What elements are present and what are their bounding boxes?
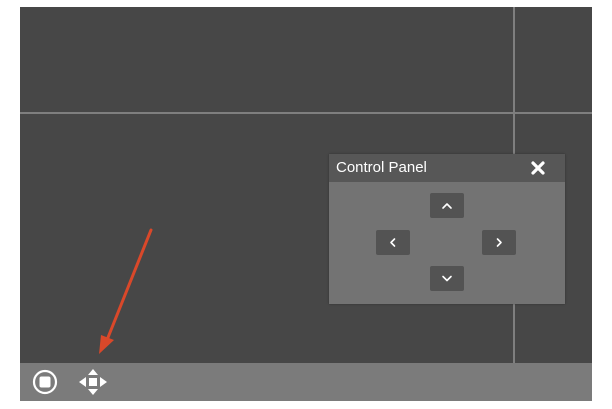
chevron-down-icon bbox=[442, 275, 452, 282]
pan-right-button[interactable] bbox=[482, 230, 516, 255]
pan-up-button[interactable] bbox=[430, 193, 464, 218]
chevron-up-icon bbox=[442, 203, 452, 209]
pan-left-button[interactable] bbox=[376, 230, 410, 255]
chevron-left-icon bbox=[390, 238, 396, 247]
grid-line-horizontal bbox=[20, 112, 592, 114]
move-arrows-icon bbox=[79, 369, 107, 395]
stop-circle-icon bbox=[32, 369, 58, 395]
bottom-toolbar bbox=[20, 363, 592, 401]
chevron-right-icon bbox=[496, 238, 502, 247]
control-panel-title: Control Panel bbox=[336, 159, 427, 176]
close-button[interactable] bbox=[529, 159, 547, 177]
control-panel-header[interactable]: Control Panel bbox=[329, 154, 565, 182]
app-frame: Control Panel bbox=[0, 0, 612, 409]
close-x-icon bbox=[531, 161, 545, 175]
move-button[interactable] bbox=[78, 368, 108, 396]
control-panel: Control Panel bbox=[329, 154, 565, 304]
stop-button[interactable] bbox=[32, 369, 58, 395]
pan-down-button[interactable] bbox=[430, 266, 464, 291]
